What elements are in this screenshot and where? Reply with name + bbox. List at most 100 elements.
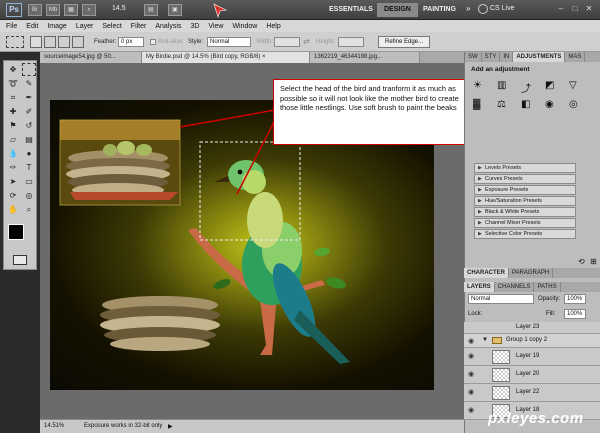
layer-row[interactable]: ◉ Layer 22 xyxy=(464,384,600,402)
workspace-painting[interactable]: PAINTING xyxy=(416,3,463,17)
visibility-eye-icon[interactable]: ◉ xyxy=(468,406,474,414)
quick-mask-icon[interactable] xyxy=(13,255,27,265)
group-expand-icon[interactable]: ▼ xyxy=(482,337,488,343)
opacity-input[interactable]: 100% xyxy=(564,294,586,304)
channel-mixer-icon[interactable]: ◎ xyxy=(569,99,587,110)
workspace-menu-icon[interactable]: » xyxy=(466,4,470,13)
tab-swatches[interactable]: SW xyxy=(465,52,482,62)
menu-3d[interactable]: 3D xyxy=(190,23,199,30)
visibility-eye-icon[interactable]: ◉ xyxy=(468,352,474,360)
hand-tool-icon[interactable]: ✋ xyxy=(6,203,20,216)
vibrance-icon[interactable]: ▽ xyxy=(569,80,587,95)
blend-mode-select[interactable]: Normal xyxy=(468,294,534,304)
swap-dimensions-icon[interactable]: ⇄ xyxy=(303,37,310,46)
status-menu-icon[interactable]: ▶ xyxy=(168,423,173,430)
intersect-selection-icon[interactable] xyxy=(72,36,84,48)
shape-tool-icon[interactable]: ▭ xyxy=(22,175,36,188)
black-white-icon[interactable]: ◧ xyxy=(521,99,539,110)
menu-help[interactable]: Help xyxy=(266,23,280,30)
photo-filter-icon[interactable]: ◉ xyxy=(545,99,563,110)
preset-hue-saturation[interactable]: Hue/Saturation Presets xyxy=(474,196,576,206)
tab-paths[interactable]: PATHS xyxy=(534,282,561,292)
adjust-clip-icon[interactable]: ⟲ xyxy=(578,257,585,266)
preset-selective-color[interactable]: Selective Color Presets xyxy=(474,229,576,239)
crop-tool-icon[interactable]: ⌗ xyxy=(6,91,20,104)
menu-image[interactable]: Image xyxy=(47,23,66,30)
dodge-tool-icon[interactable]: ● xyxy=(22,147,36,160)
subtract-selection-icon[interactable] xyxy=(58,36,70,48)
minibridge-icon[interactable]: Mb xyxy=(46,4,60,16)
visibility-eye-icon[interactable]: ◉ xyxy=(468,337,474,345)
workspace-design[interactable]: DESIGN xyxy=(377,3,418,17)
style-select[interactable]: Normal xyxy=(207,37,251,47)
3d-rotate-tool-icon[interactable]: ⟳ xyxy=(6,189,20,202)
eyedropper-tool-icon[interactable]: ✒ xyxy=(22,91,36,104)
gradient-tool-icon[interactable]: ▤ xyxy=(22,133,36,146)
preset-channel-mixer[interactable]: Channel Mixer Presets xyxy=(474,218,576,228)
path-selection-tool-icon[interactable]: ➤ xyxy=(6,175,20,188)
workspace-essentials[interactable]: ESSENTIALS xyxy=(322,3,380,17)
tab-1362219[interactable]: 1362219_46344198.jpg... xyxy=(310,52,420,63)
width-input[interactable] xyxy=(274,37,300,47)
layer-row[interactable]: ◉ Layer 19 xyxy=(464,348,600,366)
new-selection-icon[interactable] xyxy=(30,36,42,48)
foreground-color-swatch[interactable] xyxy=(8,224,24,240)
history-brush-tool-icon[interactable]: ↺ xyxy=(22,119,36,132)
zoom-level-icon[interactable]: ⌕ xyxy=(82,4,96,16)
marquee-tool-icon[interactable] xyxy=(22,63,36,76)
status-zoom[interactable]: 14.51% xyxy=(44,423,64,429)
visibility-eye-icon[interactable]: ◉ xyxy=(468,388,474,396)
tab-my-birdie[interactable]: My Birdie.psd @ 14.5% (Bird copy, RGB/8)… xyxy=(142,52,310,63)
lasso-tool-icon[interactable]: ➰ xyxy=(6,77,20,90)
move-tool-icon[interactable]: ✥ xyxy=(6,63,20,76)
preset-black-white[interactable]: Black & White Presets xyxy=(474,207,576,217)
layer-row[interactable]: ◉ Layer 20 xyxy=(464,366,600,384)
screen-mode-icon[interactable]: ▣ xyxy=(168,4,182,16)
arrange-documents-icon[interactable]: ▤ xyxy=(144,4,158,16)
tab-character[interactable]: CHARACTER xyxy=(464,268,509,278)
type-tool-icon[interactable]: T xyxy=(22,161,36,174)
preset-levels[interactable]: Levels Presets xyxy=(474,163,576,173)
anti-alias-checkbox[interactable] xyxy=(150,39,156,45)
blur-tool-icon[interactable]: 💧 xyxy=(6,147,20,160)
tab-sourceimage[interactable]: sourceimage54.jpg @ 50... xyxy=(40,52,142,63)
menu-filter[interactable]: Filter xyxy=(131,23,147,30)
menu-view[interactable]: View xyxy=(208,23,223,30)
clone-stamp-tool-icon[interactable]: ⚑ xyxy=(6,119,20,132)
preset-curves[interactable]: Curves Presets xyxy=(474,174,576,184)
maximize-icon[interactable]: □ xyxy=(570,4,580,14)
marquee-tool-preset-icon[interactable] xyxy=(6,36,24,48)
bridge-icon[interactable]: Br xyxy=(28,4,42,16)
menu-edit[interactable]: Edit xyxy=(26,23,38,30)
tab-masks[interactable]: MAS xyxy=(565,52,586,62)
adjust-options-icon[interactable]: ⊞ xyxy=(590,257,597,266)
3d-camera-tool-icon[interactable]: ◎ xyxy=(22,189,36,202)
minimize-icon[interactable]: – xyxy=(556,4,566,14)
tab-adjustments[interactable]: ADJUSTMENTS xyxy=(513,52,566,62)
quick-select-tool-icon[interactable]: ✎ xyxy=(22,77,36,90)
menu-layer[interactable]: Layer xyxy=(76,23,94,30)
view-extras-icon[interactable]: ▦ xyxy=(64,4,78,16)
menu-file[interactable]: File xyxy=(6,23,17,30)
menu-analysis[interactable]: Analysis xyxy=(155,23,181,30)
fill-input[interactable]: 100% xyxy=(564,309,586,319)
tab-channels[interactable]: CHANNELS xyxy=(494,282,535,292)
zoom-tool-icon[interactable]: ⌕ xyxy=(22,203,36,216)
close-icon[interactable]: ✕ xyxy=(584,4,594,14)
refine-edge-button[interactable]: Refine Edge... xyxy=(378,36,430,48)
eraser-tool-icon[interactable]: ▱ xyxy=(6,133,20,146)
layer-row[interactable]: Layer 23 xyxy=(464,322,600,334)
add-to-selection-icon[interactable] xyxy=(44,36,56,48)
height-input[interactable] xyxy=(338,37,364,47)
menu-select[interactable]: Select xyxy=(102,23,121,30)
pen-tool-icon[interactable]: ✑ xyxy=(6,161,20,174)
exposure-icon[interactable]: ◩ xyxy=(545,80,563,95)
feather-input[interactable]: 0 px xyxy=(118,37,144,47)
tab-styles[interactable]: STY xyxy=(481,52,501,62)
cs-live-button[interactable]: CS Live xyxy=(490,5,515,12)
zoom-level[interactable]: 14.5 xyxy=(112,5,126,12)
brush-tool-icon[interactable]: ✐ xyxy=(22,105,36,118)
menu-window[interactable]: Window xyxy=(232,23,257,30)
curves-icon[interactable]: ⤴ xyxy=(521,80,539,95)
visibility-eye-icon[interactable]: ◉ xyxy=(468,370,474,378)
